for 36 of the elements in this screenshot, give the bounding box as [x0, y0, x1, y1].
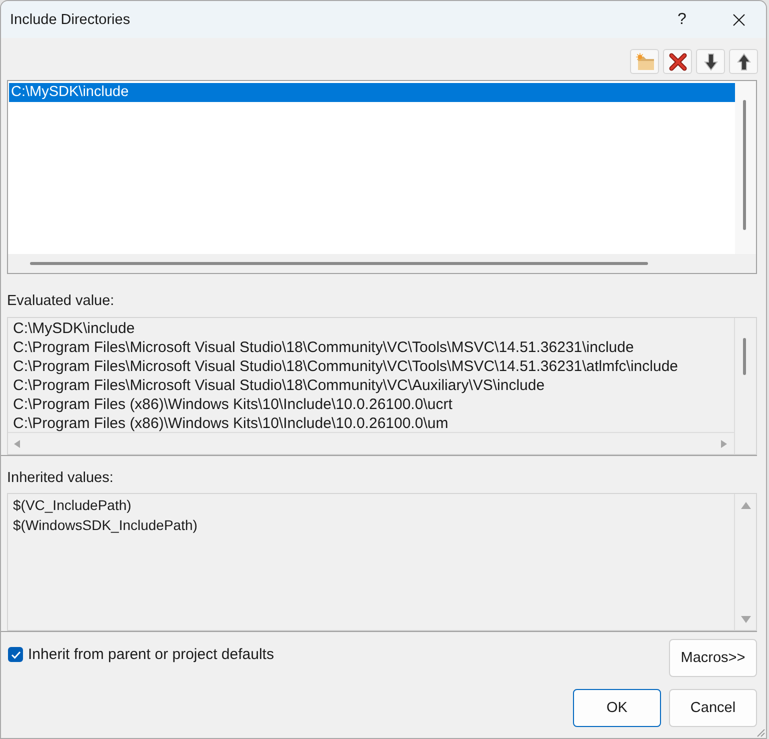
cancel-button[interactable]: Cancel — [669, 689, 757, 727]
scrollbar-thumb[interactable] — [30, 262, 648, 265]
checkbox[interactable] — [8, 647, 23, 662]
evaluated-path: C:\Program Files\Microsoft Visual Studio\18\Community\VC\Auxiliary\VS\include — [13, 376, 546, 395]
close-icon — [733, 14, 745, 26]
scroll-left-arrow-icon[interactable] — [14, 440, 20, 448]
down-arrow-icon — [704, 52, 718, 70]
scroll-up-arrow-icon[interactable] — [740, 502, 750, 509]
macros-button[interactable]: Macros>> — [669, 639, 757, 677]
evaluated-value-label: Evaluated value: — [6, 293, 116, 310]
evaluated-path: C:\Program Files\Microsoft Visual Studio\18\Community\VC\Tools\MSVC\14.51.36231\include — [13, 338, 635, 357]
move-down-button[interactable] — [696, 49, 725, 74]
evaluated-path: C:\MySDK\include — [13, 319, 136, 338]
help-button[interactable]: ? — [659, 1, 705, 38]
delete-button[interactable] — [663, 49, 692, 74]
scroll-down-arrow-icon[interactable] — [740, 616, 750, 623]
up-arrow-icon — [736, 52, 750, 70]
window-title: Include Directories — [9, 12, 132, 28]
ok-button[interactable]: OK — [573, 689, 661, 727]
scrollbar-thumb[interactable] — [743, 100, 746, 230]
directory-item[interactable]: C:\MySDK\include — [9, 83, 735, 102]
evaluated-path: C:\Program Files (x86)\Windows Kits\10\Include\10.0.26100.0\um — [13, 414, 450, 432]
evaluated-path: C:\Program Files\Microsoft Visual Studio\18\Community\VC\Tools\MSVC\14.51.36231\atlmfc\include — [13, 357, 680, 376]
checkmark-icon — [10, 650, 20, 658]
inherited-macro: $(VC_IncludePath) — [13, 496, 132, 515]
move-up-button[interactable] — [729, 49, 758, 74]
scroll-right-arrow-icon[interactable] — [721, 440, 727, 448]
checkbox-label[interactable]: Inherit from parent or project defaults — [28, 646, 274, 663]
resize-grip-icon[interactable] — [757, 729, 765, 737]
inherited-macro: $(WindowsSDK_IncludePath) — [13, 516, 198, 535]
inherited-values-label: Inherited values: — [6, 470, 114, 487]
folder-sparkle-icon — [634, 52, 654, 70]
directory-list[interactable]: C:\MySDK\include — [7, 80, 757, 274]
scrollbar-thumb[interactable] — [743, 338, 746, 375]
evaluated-path: C:\Program Files (x86)\Windows Kits\10\Include\10.0.26100.0\ucrt — [13, 395, 454, 414]
cross-icon — [668, 52, 686, 70]
